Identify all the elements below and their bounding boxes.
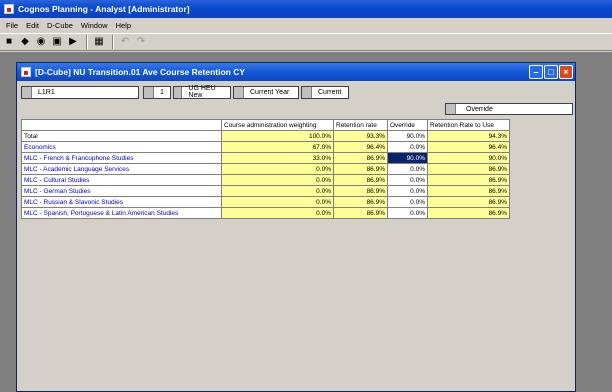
dim-grip[interactable] (174, 86, 183, 98)
minimize-button[interactable]: – (529, 65, 543, 79)
cell-retention-rate[interactable]: 86.9% (333, 174, 388, 186)
cell-weighting[interactable]: 0.0% (221, 163, 334, 175)
dcube-window-icon (21, 67, 31, 77)
table-row: MLC - Spanish, Portuguese & Latin Americ… (21, 207, 510, 219)
cell-retention-to-use[interactable]: 96.4% (427, 141, 510, 153)
toolbar-separator (112, 35, 114, 49)
menu-help[interactable]: Help (112, 21, 135, 30)
menu-window[interactable]: Window (77, 21, 112, 30)
cell-retention-rate[interactable]: 86.9% (333, 163, 388, 175)
col-header-retention-to-use[interactable]: Retention Rate to Use (427, 119, 510, 131)
table-row: MLC - French & Francophone Studies 33.0%… (21, 152, 510, 164)
menu-edit[interactable]: Edit (22, 21, 43, 30)
toolbar-separator (86, 35, 88, 49)
dim-grip[interactable] (446, 104, 456, 114)
dim-selector-current[interactable]: Current (301, 85, 349, 99)
link-icon[interactable]: ▶ (66, 35, 80, 49)
dcube-grid: Course administration weighting Retentio… (21, 119, 510, 219)
col-header-weighting[interactable]: Course administration weighting (221, 119, 334, 131)
dimension-bar: L1R1 1 UG HEU New Current Year Current (21, 85, 349, 99)
cell-retention-to-use[interactable]: 86.9% (427, 174, 510, 186)
row-label[interactable]: MLC - French & Francophone Studies (21, 152, 222, 164)
close-button[interactable]: × (559, 65, 573, 79)
dim-selector-ug-heu-new[interactable]: UG HEU New (173, 85, 231, 99)
cell-retention-rate[interactable]: 86.9% (333, 152, 388, 164)
cell-weighting[interactable]: 0.0% (221, 196, 334, 208)
cell-weighting[interactable]: 33.0% (221, 152, 334, 164)
cell-override[interactable]: 0.0% (387, 163, 428, 175)
cell-override[interactable]: 0.0% (387, 141, 428, 153)
open-library-icon[interactable]: ◆ (18, 35, 32, 49)
dim-grip[interactable] (302, 86, 312, 98)
row-label[interactable]: MLC - German Studies (21, 185, 222, 197)
cell-weighting[interactable]: 100.0% (221, 130, 334, 142)
col-header-retention-rate[interactable]: Retention rate (333, 119, 388, 131)
cell-retention-to-use[interactable]: 86.9% (427, 207, 510, 219)
app-titlebar: Cognos Planning - Analyst [Administrator… (0, 0, 612, 18)
override-dimension-selector[interactable]: Override (445, 103, 573, 115)
maximize-button[interactable]: □ (544, 65, 558, 79)
toolbar: ■ ◆ ◉ ▣ ▶ ▦ ↶ ↷ (0, 33, 612, 51)
cell-override[interactable]: 0.0% (387, 207, 428, 219)
row-label-total[interactable]: Total (21, 130, 222, 142)
dcube-window: [D-Cube] NU Transition.01 Ave Course Ret… (16, 62, 576, 392)
cell-weighting[interactable]: 0.0% (221, 207, 334, 219)
cell-retention-to-use[interactable]: 86.9% (427, 163, 510, 175)
cell-weighting[interactable]: 0.0% (221, 174, 334, 186)
window-controls: – □ × (528, 65, 573, 79)
row-label[interactable]: MLC - Russian & Slavonic Studies (21, 196, 222, 208)
cell-weighting[interactable]: 0.0% (221, 185, 334, 197)
dim-selector-l1r1[interactable]: L1R1 (21, 85, 139, 99)
cognos-app-icon (4, 4, 14, 14)
cell-retention-to-use[interactable]: 94.3% (427, 130, 510, 142)
cell-override-selected[interactable]: 90.0% (387, 152, 428, 164)
row-label[interactable]: MLC - Cultural Studies (21, 174, 222, 186)
table-row: MLC - Academic Language Services 0.0% 86… (21, 163, 510, 175)
dim-selector-current-year[interactable]: Current Year (233, 85, 299, 99)
dim-grip[interactable] (234, 86, 244, 98)
dim-grip[interactable] (144, 86, 154, 98)
cell-retention-rate[interactable]: 86.9% (333, 207, 388, 219)
dim-selector-1[interactable]: 1 (143, 85, 171, 99)
cell-retention-to-use[interactable]: 86.9% (427, 185, 510, 197)
menu-dcube[interactable]: D-Cube (43, 21, 77, 30)
grid-icon[interactable]: ▦ (92, 35, 106, 49)
table-row: MLC - Russian & Slavonic Studies 0.0% 86… (21, 196, 510, 208)
cell-retention-rate[interactable]: 93.3% (333, 130, 388, 142)
col-header-override[interactable]: Override (387, 119, 428, 131)
cell-retention-to-use[interactable]: 86.9% (427, 196, 510, 208)
cell-weighting[interactable]: 67.0% (221, 141, 334, 153)
row-label[interactable]: MLC - Spanish, Portuguese & Latin Americ… (21, 207, 222, 219)
undo-icon[interactable]: ↶ (118, 35, 132, 49)
row-label[interactable]: MLC - Academic Language Services (21, 163, 222, 175)
row-label[interactable]: Economics (21, 141, 222, 153)
save-icon[interactable]: ■ (2, 35, 16, 49)
table-row: Total 100.0% 93.3% 90.0% 94.3% (21, 130, 510, 142)
grid-header-row: Course administration weighting Retentio… (21, 119, 510, 131)
cell-override[interactable]: 0.0% (387, 196, 428, 208)
menubar: File Edit D-Cube Window Help (0, 18, 612, 32)
table-row: Economics 67.0% 96.4% 0.0% 96.4% (21, 141, 510, 153)
cell-retention-to-use[interactable]: 90.0% (427, 152, 510, 164)
dcube-titlebar[interactable]: [D-Cube] NU Transition.01 Ave Course Ret… (17, 63, 575, 81)
table-row: MLC - Cultural Studies 0.0% 86.9% 0.0% 8… (21, 174, 510, 186)
grid-corner (21, 119, 222, 131)
cell-override[interactable]: 0.0% (387, 174, 428, 186)
dim-grip[interactable] (22, 86, 32, 98)
cell-override[interactable]: 90.0% (387, 130, 428, 142)
cell-retention-rate[interactable]: 86.9% (333, 185, 388, 197)
app-title-text: Cognos Planning - Analyst [Administrator… (18, 4, 190, 14)
view-icon[interactable]: ▣ (50, 35, 64, 49)
cell-override[interactable]: 0.0% (387, 185, 428, 197)
dcube-icon[interactable]: ◉ (34, 35, 48, 49)
cell-retention-rate[interactable]: 96.4% (333, 141, 388, 153)
table-row: MLC - German Studies 0.0% 86.9% 0.0% 86.… (21, 185, 510, 197)
menu-file[interactable]: File (2, 21, 22, 30)
dcube-title-text: [D-Cube] NU Transition.01 Ave Course Ret… (35, 67, 246, 77)
redo-icon[interactable]: ↷ (134, 35, 148, 49)
cell-retention-rate[interactable]: 86.9% (333, 196, 388, 208)
